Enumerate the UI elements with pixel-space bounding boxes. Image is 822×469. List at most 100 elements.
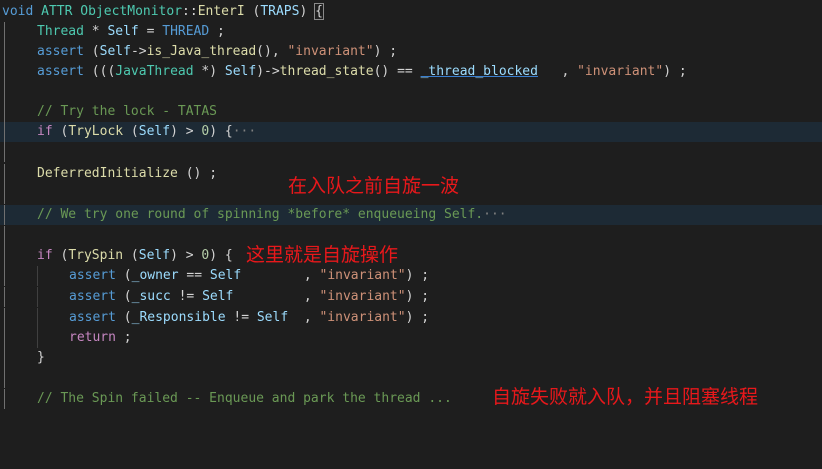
code-text: assert (((JavaThread *) Self)->thread_st…	[37, 62, 687, 82]
scope-operator: ::	[182, 4, 198, 19]
punctuation: ) ;	[373, 44, 398, 59]
code-line[interactable]: // Try the lock - TATAS	[0, 102, 822, 122]
code-line[interactable]: assert (Self->is_Java_thread(), "invaria…	[0, 42, 822, 62]
function-name: DeferredInitialize	[37, 166, 178, 181]
operator: ) >	[170, 124, 202, 139]
variable: _Responsible	[131, 310, 226, 325]
indent-guide	[4, 205, 5, 225]
code-text: Thread * Self = THREAD ;	[37, 22, 225, 42]
variable: Self	[209, 268, 242, 283]
code-line[interactable]: assert (_owner == Self , "invariant") ;	[0, 266, 822, 286]
string-literal: "invariant"	[319, 310, 406, 325]
punctuation: ) {	[209, 124, 233, 139]
function-name: TryLock	[68, 124, 124, 139]
code-text: assert (_Responsible != Self , "invarian…	[69, 308, 429, 328]
type-name: Thread	[37, 24, 84, 39]
indent-guide	[4, 246, 5, 266]
punctuation: ,	[288, 310, 320, 325]
code-line[interactable]: void ATTR ObjectMonitor::EnterI (TRAPS) …	[0, 2, 822, 22]
code-editor[interactable]: void ATTR ObjectMonitor::EnterI ( TRAPS) …	[0, 0, 822, 409]
punctuation: (	[52, 248, 69, 263]
code-line[interactable]	[0, 82, 822, 102]
indent-guide	[4, 184, 5, 204]
folded-region-ellipsis[interactable]: ···	[233, 124, 256, 139]
folded-region-ellipsis[interactable]: ···	[483, 207, 506, 222]
indent-guide	[4, 328, 5, 348]
code-line[interactable]	[0, 368, 822, 388]
punctuation: (	[52, 124, 69, 139]
variable: Self	[138, 124, 171, 139]
indent-guide	[4, 287, 5, 307]
code-text: if (TrySpin (Self) > 0) {	[37, 246, 233, 266]
code-line[interactable]: if (TrySpin (Self) > 0) {	[0, 246, 822, 266]
indent-guide	[37, 308, 38, 328]
code-text: // We try one round of spinning *before*…	[37, 205, 507, 225]
class-name: ObjectMonitor	[80, 4, 183, 19]
punctuation: (	[83, 44, 100, 59]
keyword: if	[37, 248, 53, 263]
code-line[interactable]: assert (_succ != Self , "invariant") ;	[0, 287, 822, 307]
variable: Self	[99, 44, 131, 59]
keyword: assert	[37, 44, 84, 59]
code-line[interactable]	[0, 226, 822, 246]
code-line-folded[interactable]: // We try one round of spinning *before*…	[0, 205, 822, 225]
comment: // The Spin failed -- Enqueue and park t…	[37, 391, 452, 406]
function-name: EnterI	[197, 4, 245, 19]
string-literal: "invariant"	[577, 64, 664, 79]
punctuation: )	[299, 4, 308, 19]
keyword: void	[2, 4, 34, 19]
macro-name: THREAD	[162, 24, 210, 39]
code-line[interactable]: Thread * Self = THREAD ;	[0, 22, 822, 42]
code-line[interactable]: assert (((JavaThread *) Self)->thread_st…	[0, 62, 822, 82]
operator: =	[138, 24, 163, 39]
operator: ) >	[170, 248, 202, 263]
indent-guide	[4, 368, 5, 388]
indent-guide	[4, 42, 5, 62]
variable: Self	[107, 24, 139, 39]
macro-name: ATTR	[41, 4, 73, 19]
indent-guide	[37, 328, 38, 348]
punctuation: (	[115, 310, 132, 325]
indent-guide	[4, 348, 5, 368]
indent-guide	[4, 308, 5, 328]
punctuation: *)	[193, 64, 225, 79]
code-text: assert (_succ != Self , "invariant") ;	[69, 287, 429, 307]
punctuation: (	[115, 289, 132, 304]
keyword: return	[69, 330, 116, 345]
operator: !=	[225, 310, 257, 325]
comment: // Try the lock - TATAS	[37, 104, 218, 119]
string-literal: "invariant"	[287, 44, 374, 59]
code-text: DeferredInitialize () ;	[37, 164, 217, 184]
code-text: void ATTR ObjectMonitor::EnterI (TRAPS) …	[2, 2, 324, 22]
punctuation: ,	[233, 289, 320, 304]
punctuation: ;	[209, 24, 225, 39]
punctuation: (),	[256, 44, 288, 59]
variable: Self	[256, 310, 289, 325]
code-line[interactable]: return ;	[0, 328, 822, 348]
variable: Self	[224, 64, 257, 79]
punctuation: ,	[241, 268, 320, 283]
comment: // We try one round of spinning *before*…	[37, 207, 484, 222]
punctuation: ;	[115, 330, 132, 345]
code-line-current[interactable]: if (TryLock (Self) > 0) {···	[0, 122, 822, 142]
code-line[interactable]: assert (_Responsible != Self , "invarian…	[0, 308, 822, 328]
code-line[interactable]	[0, 142, 822, 162]
indent-guide	[4, 22, 5, 42]
indent-guide	[4, 102, 5, 122]
operator: )->	[256, 64, 280, 79]
code-line[interactable]: }	[0, 348, 822, 368]
string-literal: "invariant"	[319, 289, 406, 304]
punctuation: ,	[537, 64, 578, 79]
indent-guide	[4, 82, 5, 102]
indent-guide	[4, 142, 5, 162]
indent-guide	[4, 389, 5, 409]
parameter: TRAPS	[260, 4, 300, 19]
matched-brace: {	[314, 3, 324, 20]
annotation-spin-operation: 这里就是自旋操作	[246, 244, 399, 266]
keyword: assert	[69, 268, 116, 283]
punctuation: (	[115, 268, 132, 283]
function-name: thread_state	[279, 64, 374, 79]
indent-guide	[4, 122, 5, 142]
indent-guide	[37, 266, 38, 286]
code-text: return ;	[69, 328, 132, 348]
